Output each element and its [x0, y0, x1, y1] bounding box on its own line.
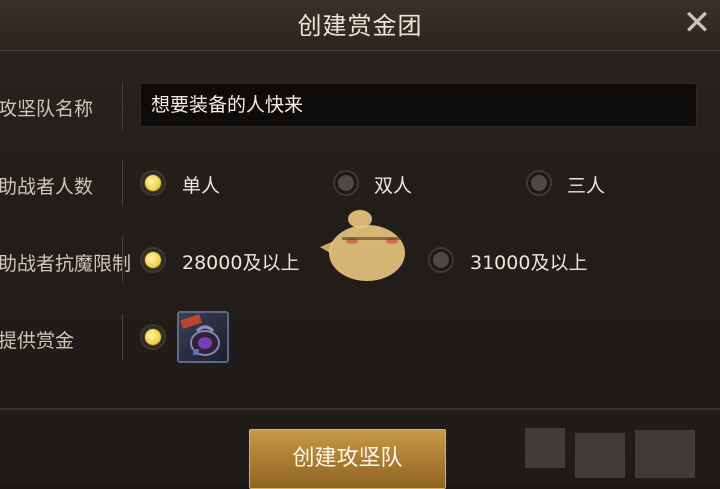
team-name-label: 攻坚队名称	[0, 98, 94, 120]
radio-dot	[338, 175, 354, 191]
resistance-28000-label[interactable]: 28000及以上	[182, 248, 299, 275]
radio-dot	[145, 329, 161, 345]
dialog-title: 创建赏金团	[297, 12, 423, 40]
watermark-graphic	[525, 428, 695, 478]
resistance-31000-radio[interactable]	[428, 247, 454, 273]
team-name-input[interactable]: 想要装备的人快来	[140, 83, 697, 127]
footer-divider	[0, 408, 720, 410]
create-team-button[interactable]: 创建攻坚队	[249, 429, 446, 489]
bounty-radio[interactable]	[140, 324, 166, 350]
bounty-label: 提供赏金	[0, 330, 75, 352]
bounty-bag-graphic	[180, 314, 220, 356]
create-bounty-dialog: 创建赏金团 ✕ 攻坚队名称 想要装备的人快来 助战者人数 单人 双人 三人 助战…	[0, 0, 720, 489]
radio-dot	[433, 252, 449, 268]
player-count-double-label[interactable]: 双人	[374, 171, 412, 198]
divider	[122, 160, 123, 206]
close-icon[interactable]: ✕	[680, 6, 714, 40]
divider	[122, 237, 123, 283]
radio-dot	[145, 252, 161, 268]
player-count-single-label[interactable]: 单人	[182, 171, 220, 198]
radio-dot	[531, 175, 547, 191]
divider	[122, 82, 123, 130]
player-count-single-radio[interactable]	[140, 170, 166, 196]
radio-dot	[145, 175, 161, 191]
divider	[122, 314, 123, 360]
resistance-limit-label: 助战者抗魔限制	[0, 253, 132, 275]
resistance-28000-radio[interactable]	[140, 247, 166, 273]
bounty-bag-icon[interactable]	[177, 311, 229, 363]
dialog-titlebar: 创建赏金团 ✕	[0, 0, 720, 51]
resistance-31000-label[interactable]: 31000及以上	[470, 248, 587, 275]
player-count-label: 助战者人数	[0, 176, 94, 198]
player-count-double-radio[interactable]	[333, 170, 359, 196]
mascot-sticker	[320, 210, 405, 281]
player-count-triple-label[interactable]: 三人	[567, 171, 605, 198]
player-count-triple-radio[interactable]	[526, 170, 552, 196]
